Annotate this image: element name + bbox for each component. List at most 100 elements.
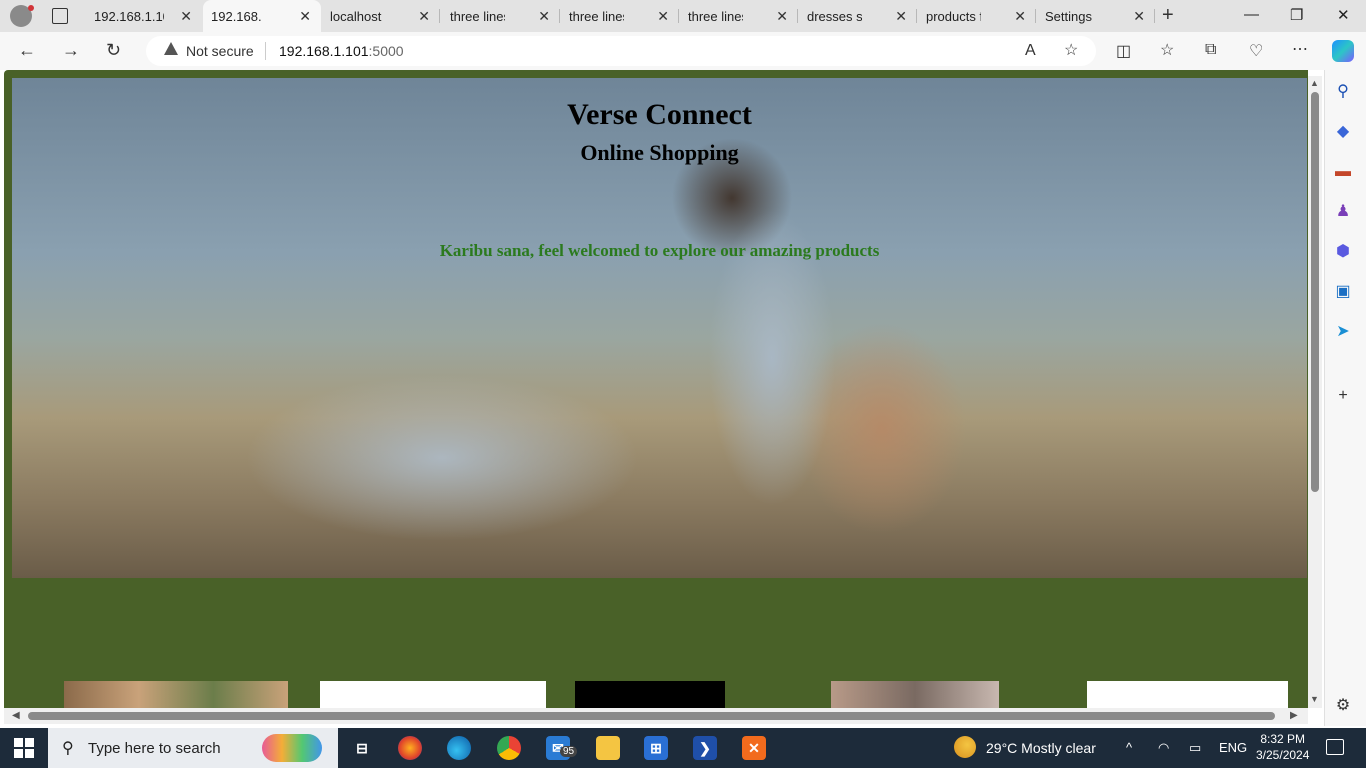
chrome-icon[interactable] [497, 736, 521, 760]
close-tab-icon[interactable]: ✕ [180, 8, 192, 25]
language-indicator[interactable]: ENG [1219, 740, 1247, 755]
tab-separator [439, 9, 440, 23]
mail-unread-badge: 95 [560, 746, 578, 757]
url-separator [265, 42, 266, 60]
product-image[interactable] [320, 681, 546, 708]
battery-icon[interactable]: ▭ [1189, 740, 1201, 756]
close-window-icon[interactable]: ✕ [1337, 6, 1350, 24]
clock-time: 8:32 PM [1260, 732, 1306, 746]
product-image[interactable] [1087, 681, 1288, 708]
settings-gear-icon[interactable]: ⚙ [1333, 696, 1353, 716]
tab-separator [559, 9, 560, 23]
tab-7[interactable]: ⚲ dresses so ✕ [799, 0, 917, 750]
read-aloud-icon[interactable]: A [1025, 42, 1036, 60]
task-view-icon[interactable]: ⊟ [350, 736, 374, 760]
outlook-icon[interactable]: ▣ [1333, 282, 1353, 302]
weather-text[interactable]: 29°C Mostly clear [986, 740, 1096, 756]
shopping-tag-icon[interactable]: ◆ [1333, 122, 1353, 142]
tab-label: three lines [450, 8, 505, 24]
tab-6[interactable]: ⚲ three lines ✕ [680, 0, 798, 750]
scroll-up-icon[interactable]: ▲ [1310, 78, 1319, 88]
url-text[interactable]: 192.168.1.101:5000 [279, 43, 404, 59]
windows-start-icon[interactable] [14, 738, 34, 758]
clock[interactable]: 8:32 PM 3/25/2024 [1256, 731, 1309, 763]
tab-3[interactable]: ⎘ localhost ✕ [322, 0, 440, 750]
close-tab-icon[interactable]: ✕ [1133, 8, 1145, 25]
wifi-icon[interactable]: ◠ [1158, 740, 1169, 756]
store-icon[interactable]: ⊞ [644, 736, 668, 760]
firefox-icon[interactable] [398, 736, 422, 760]
close-tab-icon[interactable]: ✕ [418, 8, 430, 25]
tab-separator [678, 9, 679, 23]
horizontal-scroll-thumb[interactable] [28, 712, 1275, 720]
tab-label: three lines [688, 8, 743, 24]
back-icon[interactable]: ← [18, 40, 36, 61]
xampp-icon[interactable]: ✕ [742, 736, 766, 760]
games-icon[interactable]: ♟ [1333, 202, 1353, 222]
notification-dot [28, 5, 34, 11]
copilot-icon[interactable] [1332, 40, 1354, 62]
url-host: 192.168.1.101 [279, 43, 369, 59]
start-tile [25, 738, 34, 747]
search-highlight-image [262, 734, 322, 762]
hero-banner: Verse Connect Online Shopping Karibu san… [12, 78, 1307, 578]
split-screen-icon[interactable]: ◫ [1116, 41, 1131, 61]
site-subtitle: Online Shopping [580, 140, 739, 165]
favorite-star-icon[interactable]: ☆ [1064, 40, 1078, 60]
tab-4[interactable]: ⚲ three lines ✕ [442, 0, 560, 750]
weather-icon[interactable] [954, 736, 976, 758]
scroll-left-icon[interactable]: ◀ [12, 710, 20, 721]
tab-label: Settings [1045, 8, 1092, 24]
forward-icon[interactable]: → [62, 40, 80, 61]
tab-label: dresses so [807, 8, 862, 24]
product-image[interactable] [831, 681, 999, 708]
tab-8[interactable]: ⚲ products f ✕ [918, 0, 1036, 750]
search-placeholder: Type here to search [88, 740, 221, 757]
taskbar-search[interactable]: ⚲ Type here to search [48, 728, 338, 768]
tab-9[interactable]: ⚙ Settings ✕ [1037, 0, 1155, 750]
product-image[interactable] [64, 681, 288, 708]
scroll-right-icon[interactable]: ▶ [1290, 710, 1298, 721]
close-tab-icon[interactable]: ✕ [1014, 8, 1026, 25]
start-tile [14, 738, 23, 747]
favorites-icon[interactable]: ☆ [1160, 40, 1174, 60]
close-tab-icon[interactable]: ✕ [299, 8, 311, 25]
close-tab-icon[interactable]: ✕ [776, 8, 788, 25]
new-tab-icon[interactable]: + [1162, 4, 1174, 27]
horizontal-scrollbar[interactable]: ◀ ▶ [4, 708, 1308, 724]
tab-actions-icon[interactable] [52, 8, 68, 24]
product-image[interactable] [575, 681, 725, 708]
file-explorer-icon[interactable] [596, 736, 620, 760]
tab-5[interactable]: ⚲ three lines ✕ [561, 0, 679, 750]
chevron-up-icon[interactable]: ^ [1126, 740, 1132, 755]
tab-1[interactable]: >_ 192.168.1.101:5000 ✕ [86, 0, 202, 750]
send-icon[interactable]: ➤ [1333, 322, 1353, 342]
collections-icon[interactable]: ⧉ [1205, 41, 1216, 59]
security-label[interactable]: Not secure [186, 43, 254, 59]
start-tile [14, 749, 23, 758]
add-sidebar-icon[interactable]: + [1333, 386, 1353, 406]
microsoft365-icon[interactable]: ⬢ [1333, 242, 1353, 262]
refresh-icon[interactable]: ↻ [106, 40, 121, 61]
more-menu-icon[interactable]: ⋯ [1292, 39, 1308, 59]
warning-icon[interactable] [164, 42, 178, 55]
welcome-message: Karibu sana, feel welcomed to explore ou… [439, 241, 880, 260]
close-tab-icon[interactable]: ✕ [895, 8, 907, 25]
vertical-scroll-thumb[interactable] [1311, 92, 1319, 492]
search-icon[interactable]: ⚲ [1333, 82, 1353, 102]
toolbox-icon[interactable]: ▬ [1333, 162, 1353, 182]
powershell-icon[interactable]: ❯ [693, 736, 717, 760]
restore-icon[interactable]: ❐ [1290, 6, 1303, 24]
vertical-scrollbar[interactable]: ▲ ▼ [1308, 76, 1322, 708]
browser-essentials-icon[interactable]: ♡ [1249, 41, 1263, 61]
search-icon: ⚲ [62, 740, 74, 757]
minimize-icon[interactable]: — [1244, 6, 1259, 23]
scroll-down-icon[interactable]: ▼ [1310, 694, 1319, 704]
edge-icon[interactable] [447, 736, 471, 760]
tab-label: three lines [569, 8, 624, 24]
close-tab-icon[interactable]: ✕ [657, 8, 669, 25]
close-tab-icon[interactable]: ✕ [538, 8, 550, 25]
tab-2-active[interactable]: >_ 192.168.1.101:5000 ✕ [203, 0, 321, 750]
tab-separator [797, 9, 798, 23]
notification-center-icon[interactable] [1326, 739, 1344, 755]
